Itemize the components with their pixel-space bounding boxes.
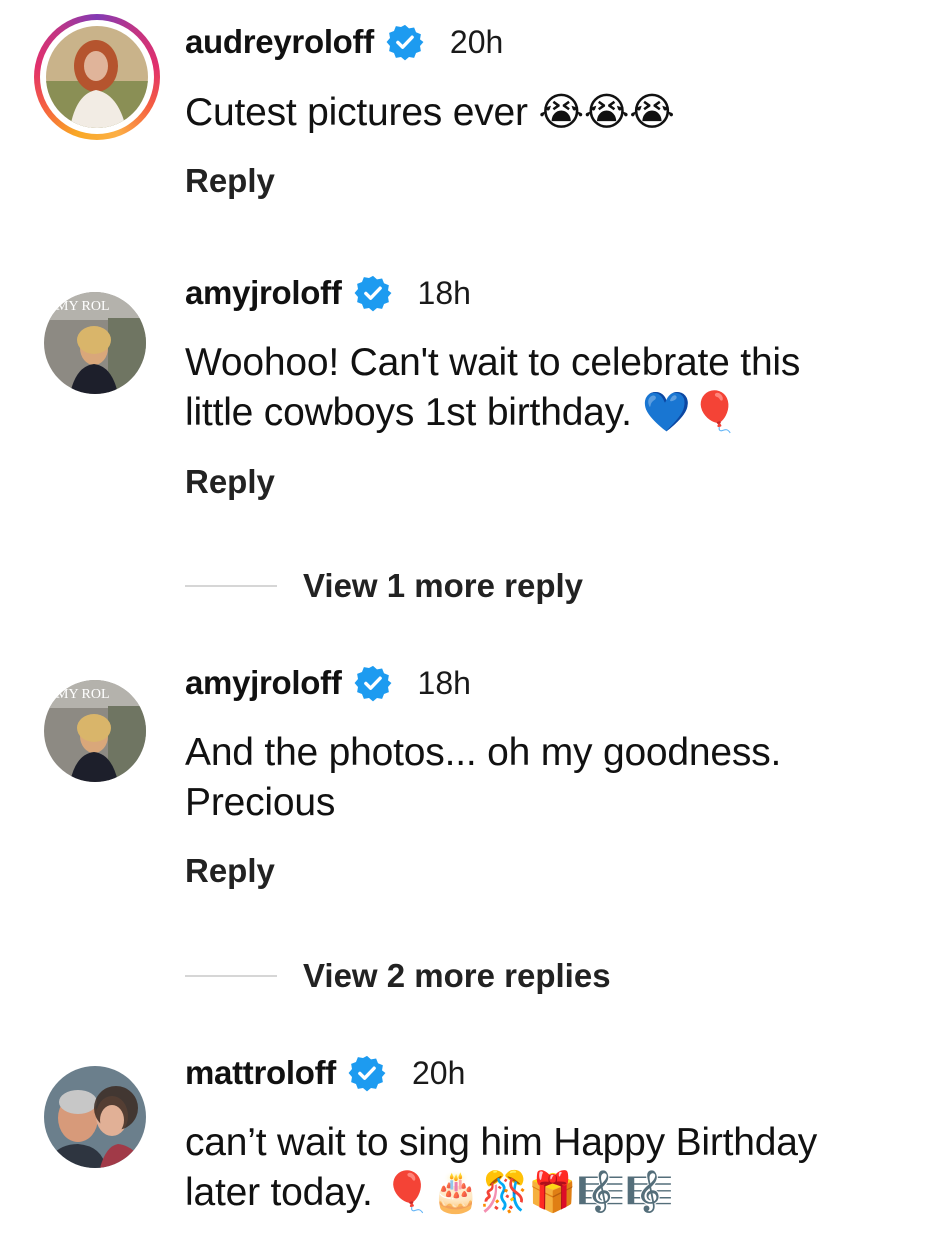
comment-text: Cutest pictures ever 😭😭😭	[185, 91, 675, 134]
comment-text: can’t wait to sing him Happy Birthday la…	[185, 1121, 818, 1214]
comment-text: Woohoo! Can't wait to celebrate this lit…	[185, 341, 801, 434]
timestamp: 18h	[417, 274, 471, 311]
comment-text: And the photos... oh my goodness. Precio…	[185, 731, 782, 824]
story-ring[interactable]	[34, 14, 160, 140]
timestamp: 18h	[417, 664, 471, 701]
username[interactable]: amyjroloff	[185, 664, 342, 702]
reply-button[interactable]: Reply	[185, 463, 275, 501]
avatar[interactable]: MY ROL	[44, 292, 146, 394]
view-more-label[interactable]: View 2 more replies	[303, 957, 611, 995]
reply-button[interactable]: Reply	[185, 162, 275, 200]
username[interactable]: amyjroloff	[185, 274, 342, 312]
username[interactable]: mattroloff	[185, 1054, 336, 1092]
verified-badge-icon	[354, 275, 391, 312]
avatar[interactable]: MY ROL	[44, 680, 146, 782]
reply-button[interactable]: Reply	[185, 852, 275, 890]
timestamp: 20h	[449, 23, 504, 60]
avatar[interactable]	[46, 26, 148, 128]
emoji-group: 💙🎈	[642, 391, 740, 434]
timestamp: 20h	[411, 1054, 466, 1091]
verified-badge-icon	[354, 665, 391, 702]
view-more-replies[interactable]: View 2 more replies	[185, 957, 611, 995]
verified-badge-icon	[386, 24, 424, 61]
svg-text:MY ROL: MY ROL	[56, 299, 110, 314]
svg-text:MY ROL: MY ROL	[56, 687, 110, 702]
divider-line	[185, 585, 277, 587]
emoji-group: 🎈🎂🎊🎁🎼🎼	[383, 1171, 674, 1214]
view-more-label[interactable]: View 1 more reply	[303, 567, 583, 605]
avatar[interactable]	[44, 1066, 146, 1168]
divider-line	[185, 975, 277, 977]
emoji-group: 😭😭😭	[538, 91, 675, 134]
username[interactable]: audreyroloff	[185, 23, 374, 61]
verified-badge-icon	[348, 1055, 386, 1092]
view-more-replies[interactable]: View 1 more reply	[185, 567, 583, 605]
